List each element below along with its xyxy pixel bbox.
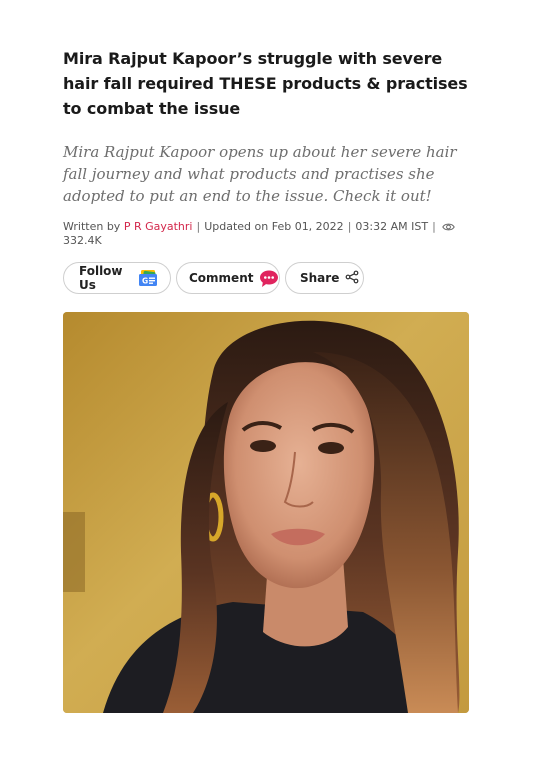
updated-time: 03:32 AM IST [355, 220, 429, 233]
article-hero-image [63, 312, 469, 713]
share-button[interactable]: Share [285, 262, 364, 294]
share-icon [345, 270, 359, 287]
eye-icon [442, 222, 455, 235]
article-headline: Mira Rajput Kapoor’s struggle with sever… [63, 49, 468, 118]
comment-label: Comment [189, 271, 254, 285]
share-label: Share [300, 271, 340, 285]
google-news-icon: G [138, 268, 158, 288]
action-bar: Follow Us G Comment Share [63, 262, 364, 294]
meta-separator: | [432, 220, 436, 233]
article-summary: Mira Rajput Kapoor opens up about her se… [63, 143, 457, 205]
svg-text:G: G [142, 277, 148, 286]
follow-us-button[interactable]: Follow Us G [63, 262, 171, 294]
meta-separator: | [347, 220, 352, 233]
written-by-label: Written by [63, 220, 121, 233]
view-count: 332.4K [63, 234, 102, 247]
meta-separator: | [196, 220, 201, 233]
chat-bubble-icon [259, 269, 279, 288]
author-link[interactable]: P R Gayathri [124, 220, 193, 233]
follow-us-label: Follow Us [79, 264, 123, 292]
updated-date: Updated on Feb 01, 2022 [204, 220, 344, 233]
article-meta: Written by P R Gayathri | Updated on Feb 0… [63, 221, 469, 247]
comment-button[interactable]: Comment [176, 262, 280, 294]
